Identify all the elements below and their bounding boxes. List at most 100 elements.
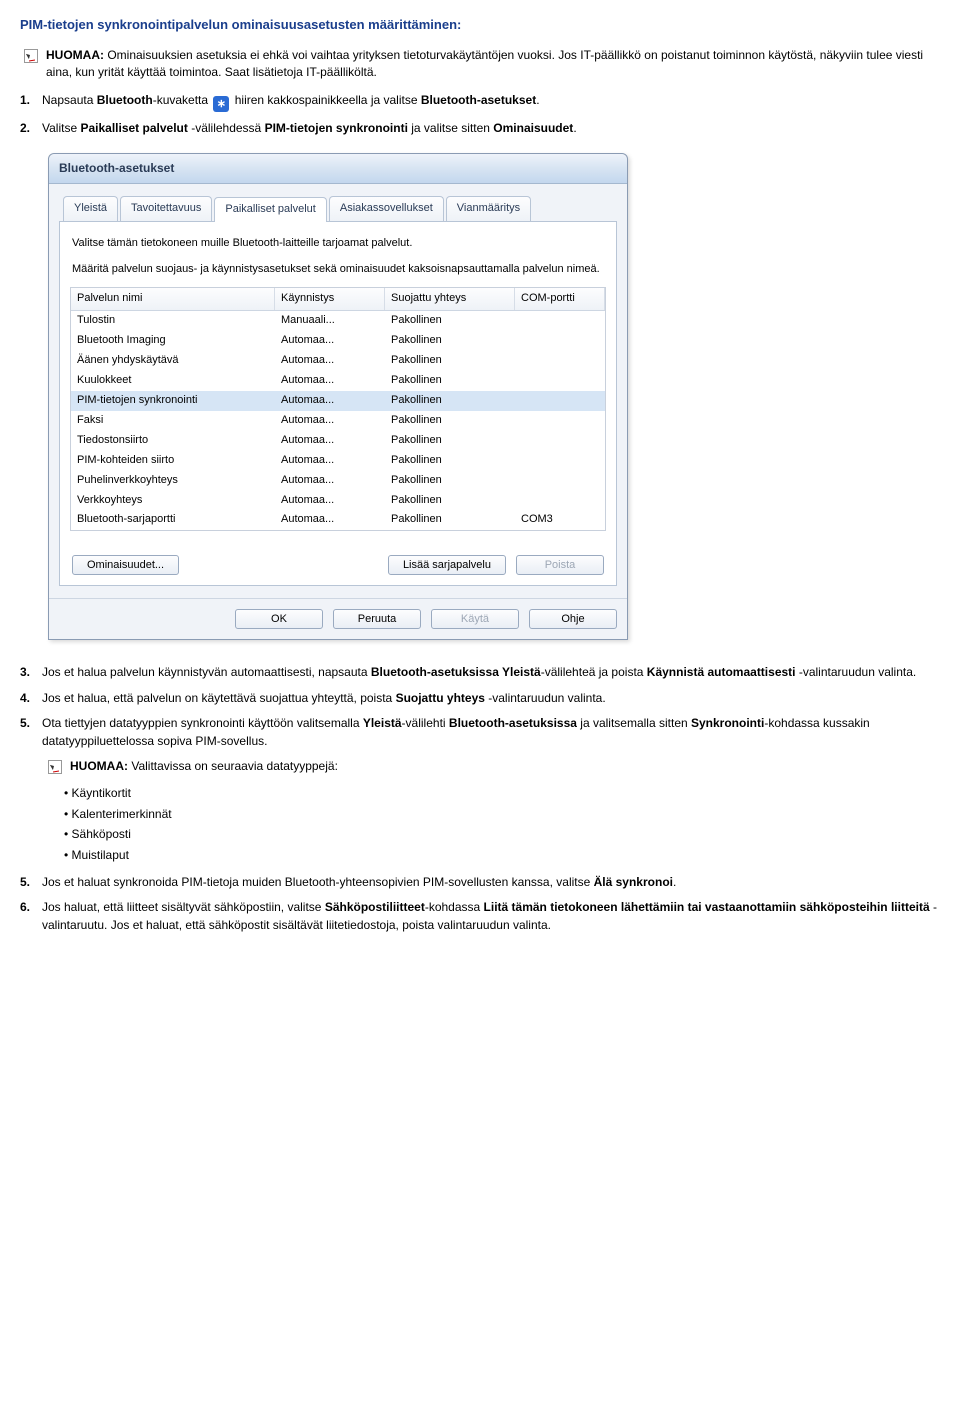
table-row[interactable]: VerkkoyhteysAutomaa...Pakollinen [71,491,605,511]
cell: Automaa... [275,431,385,451]
b: Bluetooth-asetuksissa [449,716,577,730]
cell: Pakollinen [385,491,515,511]
table-row[interactable]: FaksiAutomaa...Pakollinen [71,411,605,431]
b: Bluetooth-asetukset [421,93,536,107]
note-block-2: HUOMAA: Valittavissa on seuraavia dataty… [48,758,940,775]
step-5: 5. Ota tiettyjen datatyyppien synkronoin… [20,715,940,750]
b: Bluetooth-asetuksissa Yleistä [371,665,541,679]
bluetooth-icon: ∗ [213,96,229,112]
cell [515,431,605,451]
cell: Pakollinen [385,351,515,371]
b: Älä synkronoi [594,875,673,889]
cell: Automaa... [275,331,385,351]
step-num: 2. [20,120,30,137]
step-2: 2. Valitse Paikalliset palvelut -välileh… [20,120,940,137]
cell: Automaa... [275,371,385,391]
tab-yleista[interactable]: Yleistä [63,196,118,221]
col-secure[interactable]: Suojattu yhteys [385,288,515,310]
cell [515,391,605,411]
cell [515,331,605,351]
panel-desc1: Valitse tämän tietokoneen muille Bluetoo… [72,236,604,251]
step-num: 4. [20,690,30,707]
apply-button[interactable]: Käytä [431,609,519,629]
cell: Pakollinen [385,510,515,530]
cell: Pakollinen [385,431,515,451]
cell: Kuulokkeet [71,371,275,391]
table-row[interactable]: TiedostonsiirtoAutomaa...Pakollinen [71,431,605,451]
delete-button[interactable]: Poista [516,555,604,575]
dialog-footer: OK Peruuta Käytä Ohje [49,598,627,639]
note-text: HUOMAA: Ominaisuuksien asetuksia ei ehkä… [46,47,940,82]
tab-tavoitettavuus[interactable]: Tavoitettavuus [120,196,212,221]
note-body-text: Ominaisuuksien asetuksia ei ehkä voi vai… [46,48,923,79]
t: -kuvaketta [153,93,212,107]
table-row[interactable]: Äänen yhdyskäytäväAutomaa...Pakollinen [71,351,605,371]
t: Jos et haluat synkronoida PIM-tietoja mu… [42,875,594,889]
cell: Pakollinen [385,391,515,411]
t: ja valitse sitten [408,121,493,135]
cell: Bluetooth-sarjaportti [71,510,275,530]
t: Ota tiettyjen datatyyppien synkronointi … [42,716,363,730]
table-row[interactable]: Bluetooth-sarjaporttiAutomaa...Pakolline… [71,510,605,530]
services-listview[interactable]: Palvelun nimi Käynnistys Suojattu yhteys… [70,287,606,531]
note-icon [48,760,62,774]
col-com[interactable]: COM-portti [515,288,605,310]
list-item: Muistilaput [64,847,940,864]
cell: COM3 [515,510,605,530]
tab-asiakassovellukset[interactable]: Asiakassovellukset [329,196,444,221]
cell [515,491,605,511]
list-item: Kalenterimerkinnät [64,806,940,823]
b: Synkronointi [691,716,764,730]
step-6: 6. Jos haluat, että liitteet sisältyvät … [20,899,940,934]
t: . [673,875,676,889]
b: Sähköpostiliitteet [325,900,425,914]
table-row[interactable]: PIM-kohteiden siirtoAutomaa...Pakollinen [71,451,605,471]
table-row[interactable]: PuhelinverkkoyhteysAutomaa...Pakollinen [71,471,605,491]
t: -välilehteä ja poista [541,665,647,679]
ok-button[interactable]: OK [235,609,323,629]
t: ja valitsemalla sitten [577,716,691,730]
cell: Verkkoyhteys [71,491,275,511]
note-icon [24,49,38,63]
cell [515,411,605,431]
t: -kohdassa [425,900,484,914]
properties-button[interactable]: Ominaisuudet... [72,555,179,575]
cell: Automaa... [275,451,385,471]
t: Jos haluat, että liitteet sisältyvät säh… [42,900,325,914]
step-num: 6. [20,899,30,916]
step-3: 3. Jos et halua palvelun käynnistyvän au… [20,664,940,681]
b: Ominaisuudet [493,121,573,135]
tab-strip: Yleistä Tavoitettavuus Paikalliset palve… [59,192,617,221]
cell: Pakollinen [385,311,515,331]
tab-paikalliset-palvelut[interactable]: Paikalliset palvelut [214,197,327,222]
cell: Tiedostonsiirto [71,431,275,451]
b: Liitä tämän tietokoneen lähettämiin tai … [484,900,930,914]
note-text: HUOMAA: Valittavissa on seuraavia dataty… [70,758,338,775]
tab-vianmaaritys[interactable]: Vianmääritys [446,196,531,221]
cell [515,311,605,331]
step-num: 1. [20,92,30,109]
cell: Automaa... [275,351,385,371]
page-heading: PIM-tietojen synkronointipalvelun ominai… [20,16,940,35]
cell: Automaa... [275,391,385,411]
cancel-button[interactable]: Peruuta [333,609,421,629]
step-1: 1. Napsauta Bluetooth-kuvaketta ∗ hiiren… [20,92,940,112]
cell: Pakollinen [385,451,515,471]
help-button[interactable]: Ohje [529,609,617,629]
table-row[interactable]: PIM-tietojen synkronointiAutomaa...Pakol… [71,391,605,411]
cell: Äänen yhdyskäytävä [71,351,275,371]
step-5b: 5. Jos et haluat synkronoida PIM-tietoja… [20,874,940,891]
table-row[interactable]: KuulokkeetAutomaa...Pakollinen [71,371,605,391]
table-row[interactable]: TulostinManuaali...Pakollinen [71,311,605,331]
cell: PIM-tietojen synkronointi [71,391,275,411]
table-row[interactable]: Bluetooth ImagingAutomaa...Pakollinen [71,331,605,351]
note-block: HUOMAA: Ominaisuuksien asetuksia ei ehkä… [24,47,940,82]
step-num: 5. [20,715,30,732]
col-name[interactable]: Palvelun nimi [71,288,275,310]
t: . [536,93,539,107]
cell: Pakollinen [385,371,515,391]
col-start[interactable]: Käynnistys [275,288,385,310]
dialog-screenshot: Bluetooth-asetukset Yleistä Tavoitettavu… [48,153,940,640]
add-serial-button[interactable]: Lisää sarjapalvelu [388,555,506,575]
list-header: Palvelun nimi Käynnistys Suojattu yhteys… [71,288,605,311]
